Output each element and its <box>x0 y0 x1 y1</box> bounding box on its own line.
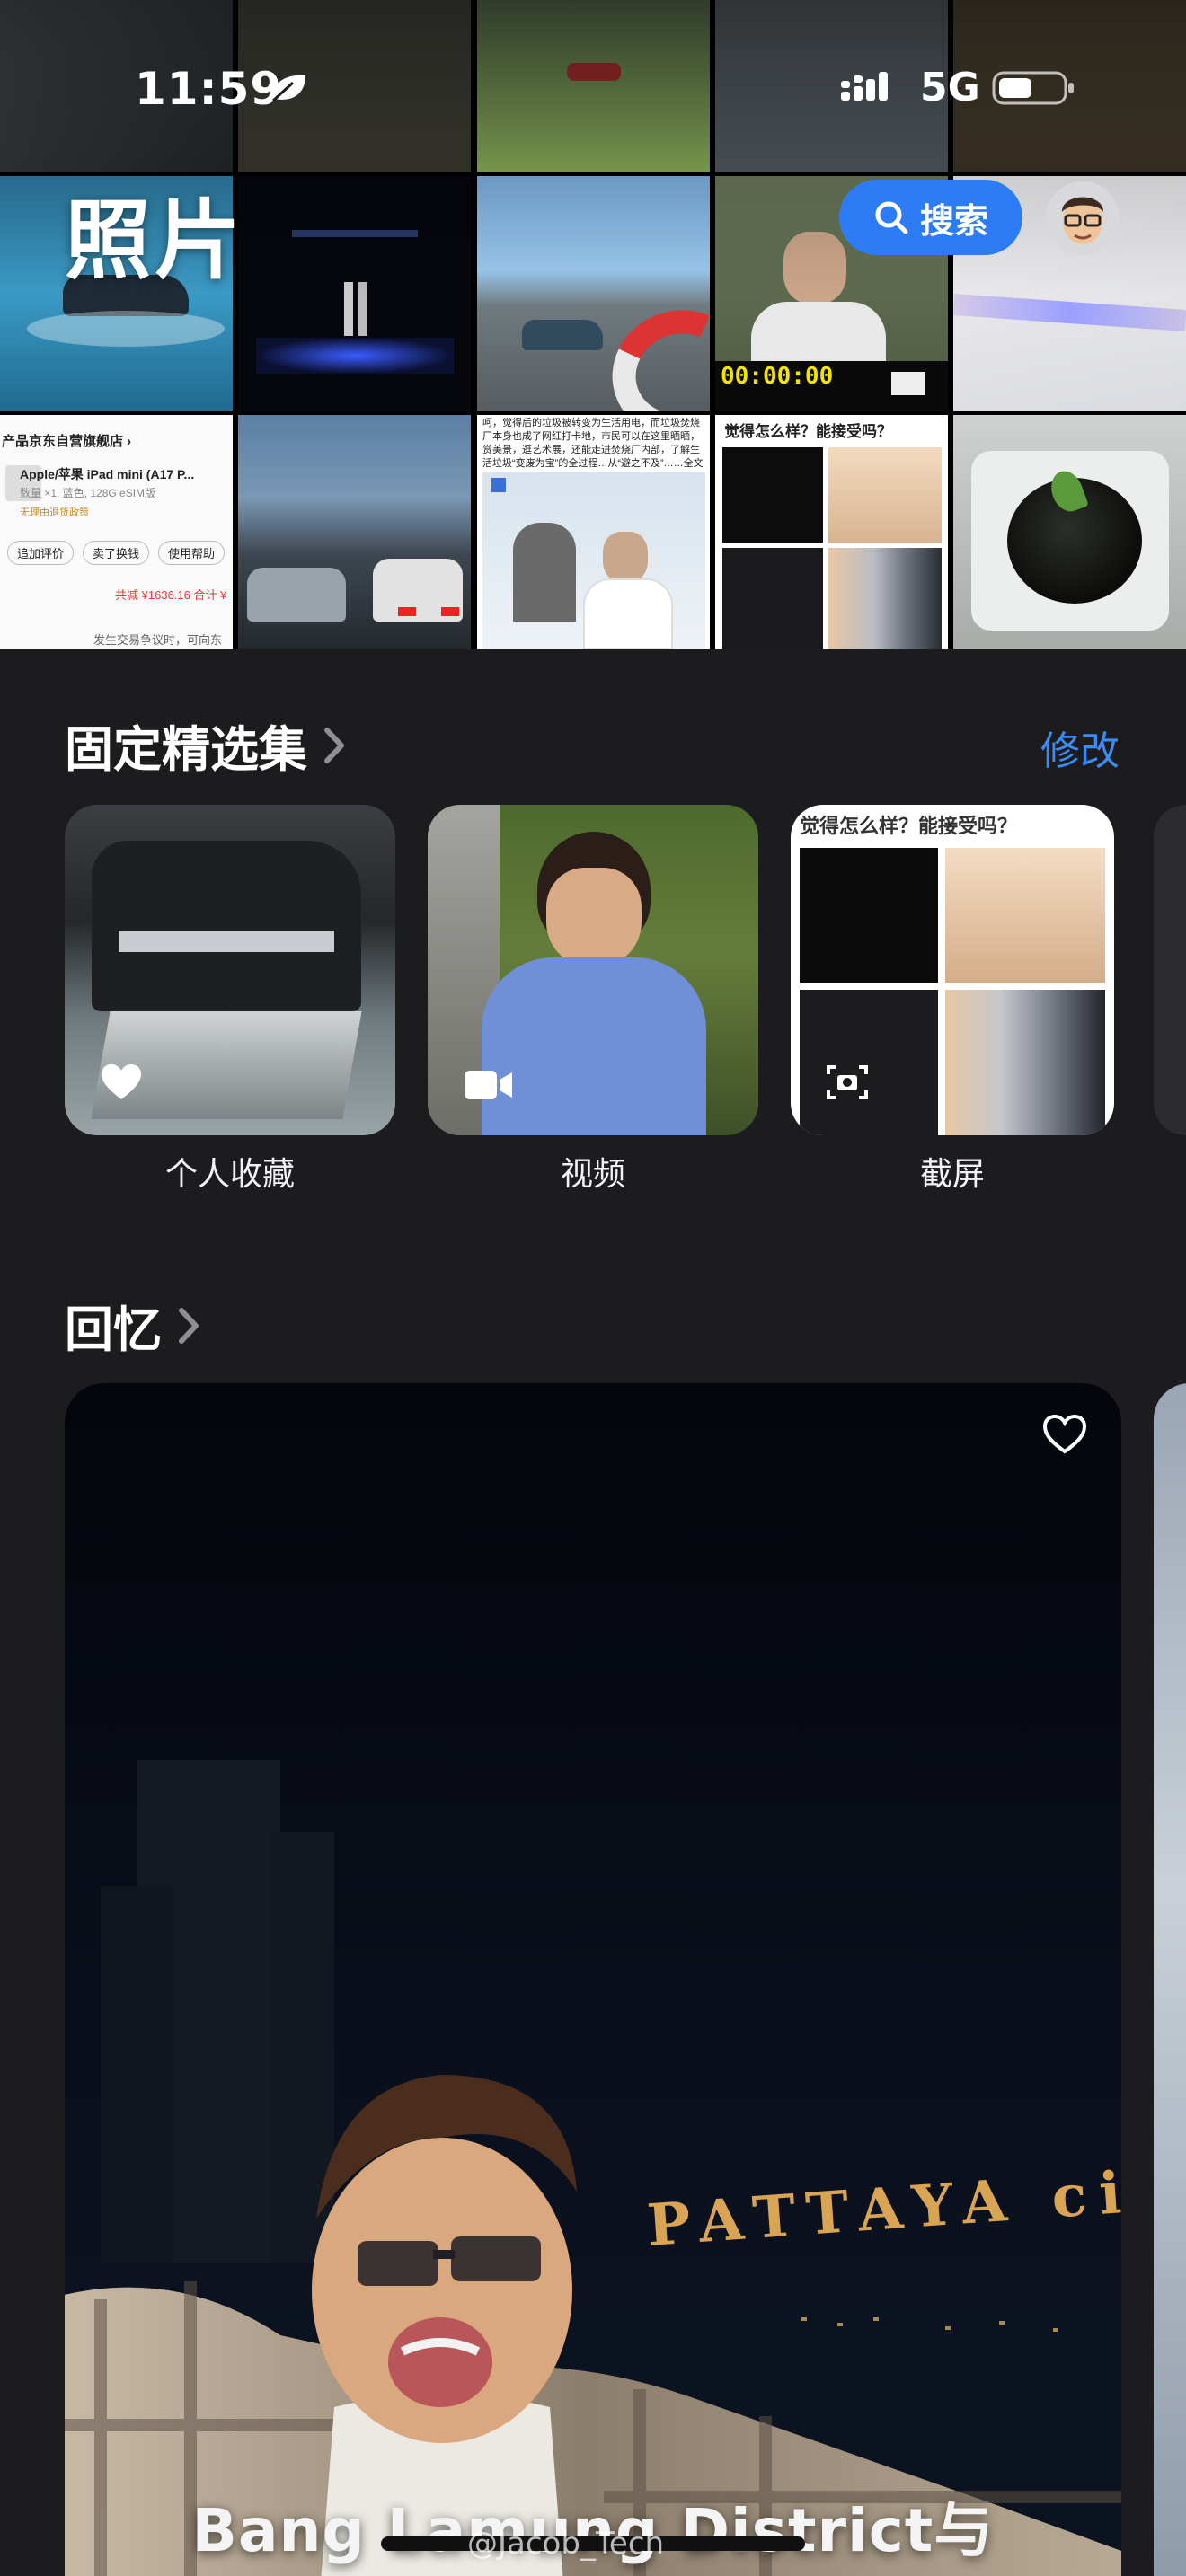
grid-photo-car-track[interactable] <box>477 176 710 411</box>
order-btn-help: 使用帮助 <box>158 541 226 565</box>
page-title: 照片 <box>65 190 244 291</box>
video-timer-text: 00:00:00 <box>721 363 834 390</box>
iphone-question-text: 觉得怎么样？能接受吗？ <box>724 423 892 440</box>
grid-photo-launch-event[interactable] <box>238 176 471 411</box>
order-product-spec: 数量 ×1, 蓝色, 128G eSIM版 <box>20 487 156 499</box>
memoji-avatar-icon <box>1046 181 1120 255</box>
order-ship-line: 发生交易争议时，可向东 <box>93 633 223 647</box>
edit-pinned-button[interactable]: 修改 <box>1040 719 1120 776</box>
focus-leaf-icon <box>271 75 305 102</box>
order-store-name: 产品京东自营旗舰店 › <box>2 434 132 449</box>
grid-photo-traffic[interactable] <box>238 415 471 649</box>
collection-label-screenshots: 截屏 <box>919 1156 985 1193</box>
order-btn-review: 追加评价 <box>7 541 75 565</box>
memories-title: 回忆 <box>65 1301 162 1358</box>
grid-photo-car-road[interactable] <box>715 0 948 172</box>
memory-card[interactable]: PATTAYA city <box>65 1383 1121 2576</box>
article-text: 呵，觉得后的垃圾被转变为生活用电，而垃圾焚烧厂本身也成了网红打卡地，市民可以在这… <box>482 418 704 469</box>
collection-tile-favorites[interactable] <box>65 805 395 1135</box>
order-price-line: 共减 ¥1636.16 合计 ¥ <box>115 588 227 602</box>
order-btn-sell: 卖了换钱 <box>83 541 150 565</box>
grid-photo-race-track[interactable] <box>477 0 710 172</box>
order-product-name: Apple/苹果 iPad mini (A17 P... <box>20 467 195 481</box>
collection-label-videos: 视频 <box>560 1156 625 1193</box>
pinned-collections-header[interactable]: 固定精选集 <box>65 710 345 781</box>
memory-card-next[interactable] <box>1154 1383 1186 2576</box>
chevron-right-icon <box>324 727 344 763</box>
search-button[interactable]: 搜索 <box>839 180 1022 255</box>
favorite-heart-icon[interactable] <box>1042 1414 1087 1455</box>
tile-question-text: 觉得怎么样？能接受吗？ <box>800 815 1018 837</box>
status-time: 11:59 <box>135 63 283 115</box>
collection-tile-next[interactable] <box>1154 805 1186 1135</box>
watermark-text: @Jacob_Tech <box>467 2526 665 2562</box>
network-type-label: 5G <box>920 65 980 110</box>
collection-tile-screenshots[interactable]: 觉得怎么样？能接受吗？ <box>791 805 1114 1135</box>
search-icon <box>875 201 908 234</box>
screenshot-icon <box>827 1065 868 1099</box>
collection-tile-videos[interactable] <box>428 805 758 1135</box>
grid-screenshot-jd-order[interactable]: 产品京东自营旗舰店 › Apple/苹果 iPad mini (A17 P...… <box>0 415 233 649</box>
grid-screenshot-iphone-colors[interactable]: 觉得怎么样？能接受吗？ <box>715 415 948 649</box>
profile-avatar[interactable] <box>1046 181 1120 255</box>
heart-icon <box>102 1064 141 1099</box>
memories-header[interactable]: 回忆 <box>65 1290 199 1361</box>
grid-photo-food-box[interactable] <box>953 415 1186 649</box>
memory-cover-photo: PATTAYA city <box>65 1383 1121 2576</box>
order-product-tag: 无理由退货政策 <box>20 507 89 518</box>
pinned-collections-title: 固定精选集 <box>65 721 307 778</box>
cellular-signal-icon <box>841 72 888 101</box>
battery-icon <box>992 71 1074 105</box>
video-camera-icon <box>465 1071 512 1099</box>
search-button-label: 搜索 <box>919 200 988 241</box>
chevron-right-icon <box>179 1307 199 1344</box>
collection-label-favorites: 个人收藏 <box>164 1156 295 1193</box>
grid-screenshot-article[interactable]: 呵，觉得后的垃圾被转变为生活用电，而垃圾焚烧厂本身也成了网红打卡地，市民可以在这… <box>477 415 710 649</box>
